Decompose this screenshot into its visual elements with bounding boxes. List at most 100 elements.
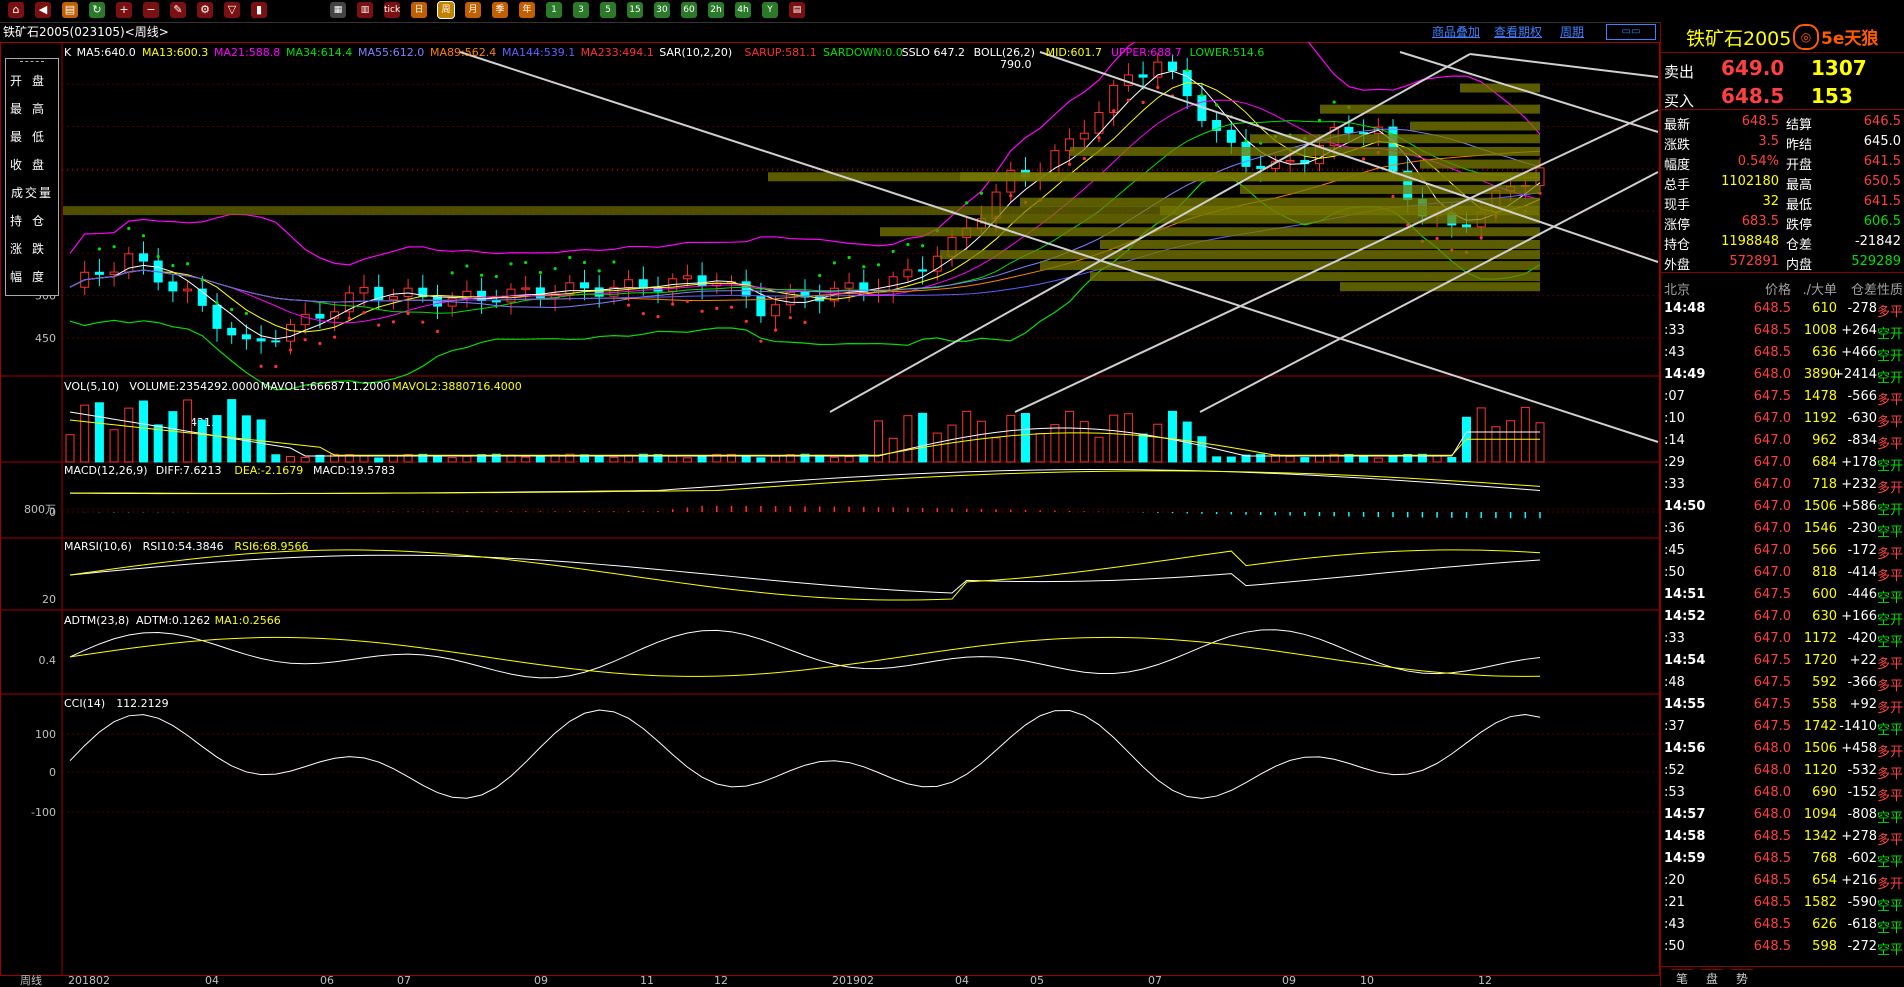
- tick-row[interactable]: :48 647.5 592 -366 多平: [1661, 672, 1904, 694]
- tick-volume: 654: [1812, 873, 1837, 888]
- menu-icon[interactable]: ▤: [62, 2, 78, 18]
- sar-dot: [1391, 194, 1395, 199]
- tick-volume: 1172: [1803, 631, 1837, 646]
- list-view-button[interactable]: ▦: [330, 2, 346, 18]
- tick-price: 647.5: [1753, 675, 1791, 690]
- tick-time: :33: [1664, 323, 1685, 338]
- bottom-tab-0[interactable]: 笔: [1671, 969, 1693, 986]
- tick-row[interactable]: :33 647.0 718 +232 多开: [1661, 474, 1904, 496]
- buy-qty: 153: [1811, 84, 1853, 108]
- min3-button[interactable]: 3: [573, 2, 589, 18]
- bottom-tab-1[interactable]: 盘: [1701, 969, 1723, 986]
- tick-volume: 1342: [1803, 829, 1837, 844]
- calc-button[interactable]: ▤: [789, 2, 805, 18]
- tick-row[interactable]: :29 647.0 684 +178 空开: [1661, 452, 1904, 474]
- tick-row[interactable]: :36 647.0 1546 -230 空平: [1661, 518, 1904, 540]
- tick-price: 648.5: [1753, 829, 1791, 844]
- hour2-button[interactable]: 2h: [708, 2, 724, 18]
- tick-row[interactable]: :50 648.5 598 -272 空平: [1661, 936, 1904, 958]
- tick-nature: 空平: [1876, 591, 1903, 606]
- year-button[interactable]: 年: [519, 2, 535, 18]
- tick-row[interactable]: 14:56 648.0 1506 +458 多开: [1661, 738, 1904, 760]
- sar-dot: [1141, 100, 1145, 105]
- stat-value: 572891: [1729, 254, 1779, 269]
- tick-row[interactable]: 14:54 647.5 1720 +22 多平: [1661, 650, 1904, 672]
- tick-row[interactable]: :21 648.5 1582 -590 空平: [1661, 892, 1904, 914]
- sell-price[interactable]: 649.0: [1721, 56, 1784, 80]
- tick-row[interactable]: :45 647.0 566 -172 多平: [1661, 540, 1904, 562]
- indicator-main-5: MA55:612.0: [358, 46, 424, 59]
- tick-oi-change: -630: [1847, 411, 1877, 426]
- volume-bar: [374, 457, 384, 463]
- tick-row[interactable]: :20 648.5 654 +216 多开: [1661, 870, 1904, 892]
- tick-row[interactable]: :07 647.5 1478 -566 多平: [1661, 386, 1904, 408]
- day-button[interactable]: 日: [411, 2, 427, 18]
- sar-dot: [1112, 109, 1116, 113]
- tick-row[interactable]: 14:58 648.5 1342 +278 多平: [1661, 826, 1904, 848]
- hour4-button[interactable]: 4h: [735, 2, 751, 18]
- layout-toggle-icon[interactable]: ▭▭: [1606, 24, 1656, 40]
- sar-dot: [685, 299, 690, 303]
- bottom-tab-2[interactable]: 势: [1731, 969, 1753, 986]
- min1-button[interactable]: 1: [546, 2, 562, 18]
- month-button[interactable]: 月: [465, 2, 481, 18]
- tick-row[interactable]: :37 647.5 1742 -1410 空平: [1661, 716, 1904, 738]
- kline-chart[interactable]: 周线 201802 04 06 07 09 11 12 201902 04 05 07 09 10 12 45…: [0, 42, 1660, 986]
- volume-bar: [932, 432, 942, 463]
- tick-nature: 多平: [1876, 657, 1903, 672]
- sar-dot: [1215, 103, 1219, 107]
- cci-axis-label: -100: [31, 806, 56, 819]
- tick-row[interactable]: :50 647.0 818 -414 多平: [1661, 562, 1904, 584]
- tick-oi-change: +178: [1841, 455, 1877, 470]
- yearly-button[interactable]: Y: [762, 2, 778, 18]
- zoom-in-icon[interactable]: +: [116, 2, 132, 18]
- tick-row[interactable]: 14:52 647.0 630 +166 空开: [1661, 606, 1904, 628]
- tick-row[interactable]: 14:59 648.5 768 -602 空平: [1661, 848, 1904, 870]
- tick-row[interactable]: 14:57 648.0 1094 -808 空平: [1661, 804, 1904, 826]
- period-link[interactable]: 周期: [1560, 22, 1584, 42]
- min30-button[interactable]: 30: [654, 2, 670, 18]
- chart-view-button[interactable]: ▥: [357, 2, 373, 18]
- volume-bar: [609, 456, 619, 463]
- pen-icon[interactable]: ✎: [170, 2, 186, 18]
- tick-row[interactable]: :43 648.5 636 +466 空开: [1661, 342, 1904, 364]
- tick-button[interactable]: tick: [384, 2, 400, 18]
- home-icon[interactable]: ⌂: [8, 2, 24, 18]
- sar-dot: [215, 301, 219, 305]
- back-icon[interactable]: ◀: [35, 2, 51, 18]
- volume-bar: [124, 407, 134, 463]
- min5-button[interactable]: 5: [600, 2, 616, 18]
- tick-row[interactable]: :33 648.5 1008 +264 空开: [1661, 320, 1904, 342]
- volume-bar: [65, 434, 75, 463]
- tick-list[interactable]: 14:48 648.5 610 -278 多平:33 648.5 1008 +264 空开:43…: [1661, 298, 1904, 958]
- tick-row[interactable]: :10 647.0 1192 -630 多平: [1661, 408, 1904, 430]
- min60-button[interactable]: 60: [681, 2, 697, 18]
- tick-row[interactable]: :14 647.0 962 -834 多平: [1661, 430, 1904, 452]
- volume-bar: [1359, 455, 1369, 463]
- zoom-out-icon[interactable]: −: [143, 2, 159, 18]
- buy-price[interactable]: 648.5: [1721, 84, 1784, 108]
- min15-button[interactable]: 15: [627, 2, 643, 18]
- settings-icon[interactable]: ⚙: [197, 2, 213, 18]
- volume-bar: [771, 455, 781, 463]
- candle: [1050, 150, 1060, 176]
- tick-row[interactable]: 14:51 647.5 600 -446 空平: [1661, 584, 1904, 606]
- bar-icon[interactable]: ▮: [251, 2, 267, 18]
- tick-row[interactable]: 14:55 647.5 558 +92 多开: [1661, 694, 1904, 716]
- tick-price: 648.5: [1753, 873, 1791, 888]
- tick-row[interactable]: 14:50 647.0 1506 +586 空开: [1661, 496, 1904, 518]
- tick-row[interactable]: :52 648.0 1120 -532 多平: [1661, 760, 1904, 782]
- tick-row[interactable]: 14:49 648.0 3890 +2414 空开: [1661, 364, 1904, 386]
- instrument-title: 铁矿石2005(023105)<周线>: [3, 25, 169, 39]
- week-button[interactable]: 周: [437, 1, 455, 19]
- view-options-link[interactable]: 查看期权: [1494, 22, 1542, 42]
- ohlc-label-6: 涨跌: [9, 242, 54, 256]
- filter-icon[interactable]: ▽: [224, 2, 240, 18]
- commodity-overlay-link[interactable]: 商品叠加: [1432, 22, 1480, 42]
- tick-row[interactable]: :43 648.5 626 -618 空平: [1661, 914, 1904, 936]
- quarter-button[interactable]: 季: [492, 2, 508, 18]
- tick-row[interactable]: :33 647.0 1172 -420 空平: [1661, 628, 1904, 650]
- tick-row[interactable]: :53 648.0 690 -152 多平: [1661, 782, 1904, 804]
- refresh-icon[interactable]: ↻: [89, 2, 105, 18]
- tick-row[interactable]: 14:48 648.5 610 -278 多平: [1661, 298, 1904, 320]
